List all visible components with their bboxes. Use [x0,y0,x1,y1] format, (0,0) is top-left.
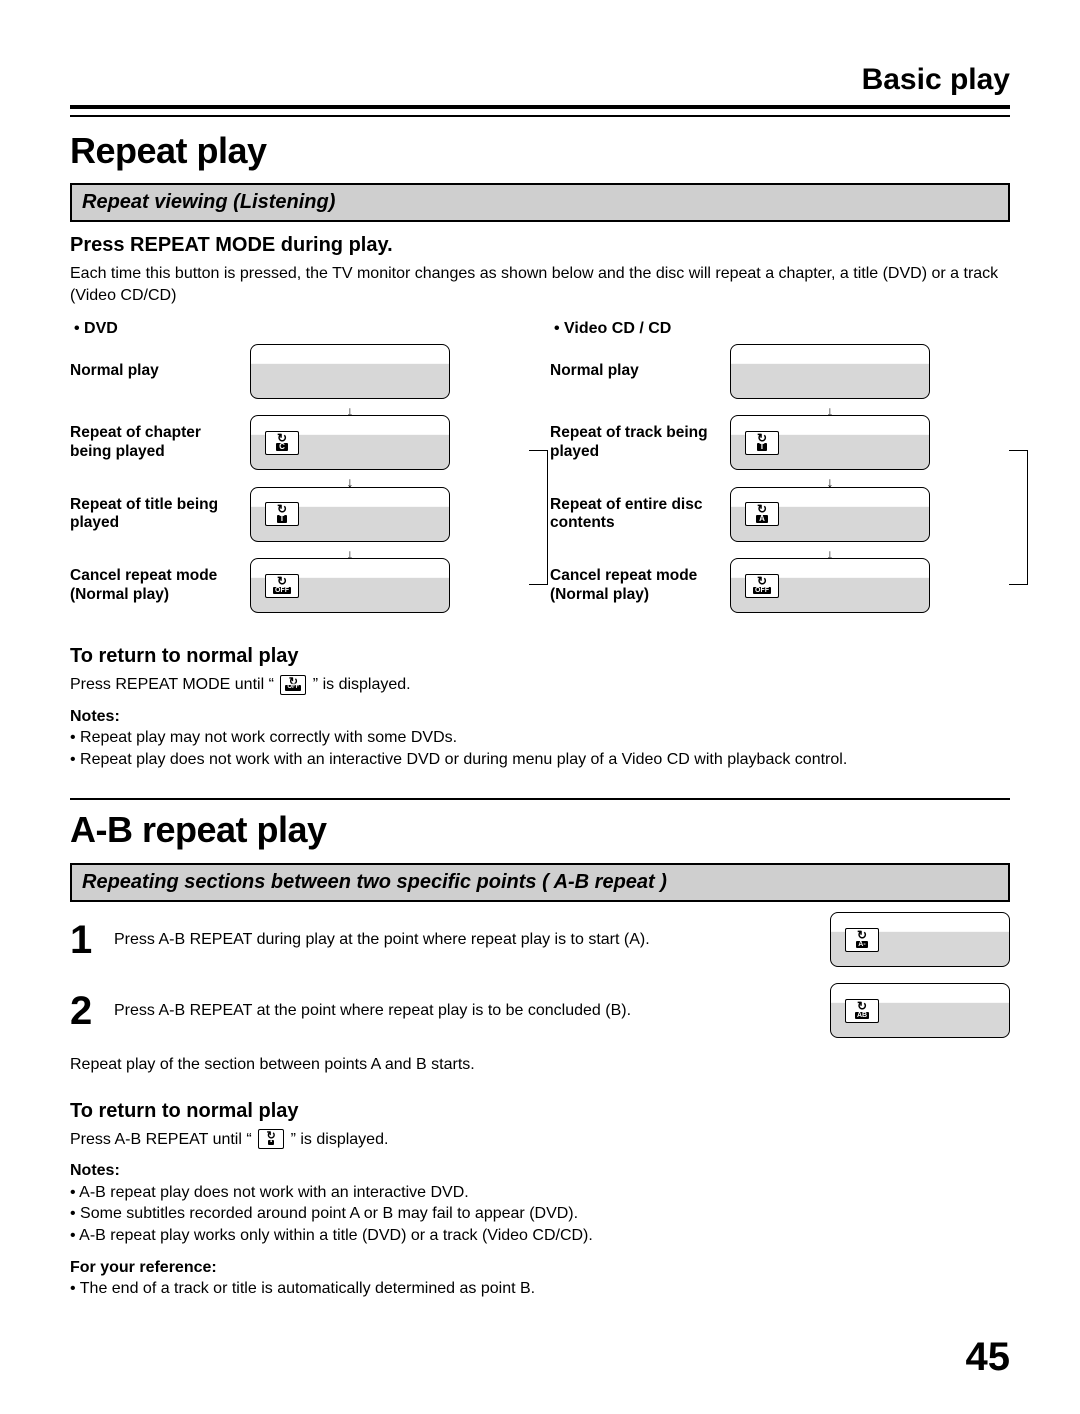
vcd-head: • Video CD / CD [550,318,1010,340]
dvd-label-3: Cancel repeat mode (Normal play) [70,567,238,604]
ab-return-heading: To return to normal play [70,1098,1010,1125]
repeat-t-icon: ↻T [265,502,299,526]
subheading-bar-ab: Repeating sections between two specific … [70,863,1010,902]
arrow-down-icon: ↓ [730,407,930,415]
rule [70,115,1010,117]
repeat-t-icon: ↻T [745,431,779,455]
page-number: 45 [70,1330,1010,1384]
repeat-off-icon: ↻OFF [745,574,779,598]
tv-screen-icon: ↻T [250,487,450,542]
vcd-column: • Video CD / CD Normal play ↓ Repeat of … [550,318,1010,621]
repeat-a-dash-icon: ↻A- [845,928,879,952]
vcd-row-1: Repeat of track being played ↻T [550,415,1010,470]
tv-screen-icon: ↻OFF [250,558,450,613]
arrow-down-icon: ↓ [250,478,450,486]
repeat-ab-icon: ↻AB [845,999,879,1023]
vcd-label-2: Repeat of entire disc contents [550,496,718,533]
ab-return-text: Press A-B REPEAT until “ ↻• ” is display… [70,1129,1010,1151]
reference-list: The end of a track or title is automatic… [70,1278,1010,1300]
repeat-a-icon: ↻A [745,502,779,526]
return-text-post: ” is displayed. [313,676,411,693]
dvd-row-3: Cancel repeat mode (Normal play) ↻OFF [70,558,530,613]
dvd-column: • DVD Normal play ↓ Repeat of chapter be… [70,318,530,621]
note-item: A-B repeat play does not work with an in… [70,1182,1010,1204]
mode-columns: • DVD Normal play ↓ Repeat of chapter be… [70,318,1010,621]
ab-return-text-post: ” is displayed. [291,1131,389,1148]
note-item: Repeat play does not work with an intera… [70,749,1010,771]
note-item: A-B repeat play works only within a titl… [70,1225,1010,1247]
repeat-off-icon: ↻OFF [265,574,299,598]
ab-notes-heading: Notes: [70,1160,1010,1182]
dvd-row-1: Repeat of chapter being played ↻C [70,415,530,470]
vcd-label-1: Repeat of track being played [550,424,718,461]
ab-return-text-pre: Press A-B REPEAT until “ [70,1131,256,1148]
tv-screen-icon [250,344,450,399]
vcd-label-0: Normal play [550,362,718,381]
vcd-row-2: Repeat of entire disc contents ↻A [550,487,1010,542]
tv-screen-icon: ↻A [730,487,930,542]
tv-screen-icon: ↻AB [830,983,1010,1038]
dvd-label-1: Repeat of chapter being played [70,424,238,461]
return-heading: To return to normal play [70,643,1010,670]
step-2: 2 Press A-B REPEAT at the point where re… [70,983,1010,1038]
step-number: 1 [70,913,100,967]
loop-arrow-icon [547,450,548,585]
subheading-bar-repeat: Repeat viewing (Listening) [70,183,1010,222]
dvd-label-2: Repeat of title being played [70,496,238,533]
note-item: Repeat play may not work correctly with … [70,727,1010,749]
dvd-flow: Normal play ↓ Repeat of chapter being pl… [70,344,530,613]
tv-screen-icon: ↻OFF [730,558,930,613]
tv-screen-icon: ↻C [250,415,450,470]
heading-repeat-play: Repeat play [70,127,1010,176]
reference-heading: For your reference: [70,1257,1010,1279]
vcd-row-3: Cancel repeat mode (Normal play) ↻OFF [550,558,1010,613]
loop-arrow-icon [1027,450,1028,585]
repeat-c-icon: ↻C [265,431,299,455]
step-1: 1 Press A-B REPEAT during play at the po… [70,912,1010,967]
vcd-row-0: Normal play [550,344,1010,399]
return-text: Press REPEAT MODE until “ ↻OFF ” is disp… [70,674,1010,696]
tv-screen-icon: ↻T [730,415,930,470]
after-steps-text: Repeat play of the section between point… [70,1054,1010,1076]
tv-screen-icon: ↻A- [830,912,1010,967]
notes-heading: Notes: [70,706,1010,728]
dvd-label-0: Normal play [70,362,238,381]
rule [70,798,1010,800]
arrow-down-icon: ↓ [730,478,930,486]
step-number: 2 [70,984,100,1038]
dvd-row-2: Repeat of title being played ↻T [70,487,530,542]
section-header: Basic play [70,60,1010,109]
heading-ab-repeat: A-B repeat play [70,806,1010,855]
instruction-description: Each time this button is pressed, the TV… [70,263,1010,306]
tv-screen-icon [730,344,930,399]
notes-list: Repeat play may not work correctly with … [70,727,1010,770]
return-text-pre: Press REPEAT MODE until “ [70,676,278,693]
vcd-label-3: Cancel repeat mode (Normal play) [550,567,718,604]
note-item: Some subtitles recorded around point A o… [70,1203,1010,1225]
note-item: The end of a track or title is automatic… [70,1278,1010,1300]
repeat-off-icon: ↻OFF [280,675,306,695]
instruction-heading: Press REPEAT MODE during play. [70,232,1010,259]
arrow-down-icon: ↓ [250,550,450,558]
arrow-down-icon: ↓ [730,550,930,558]
step-text: Press A-B REPEAT at the point where repe… [114,1000,816,1022]
dvd-head: • DVD [70,318,530,340]
dvd-row-0: Normal play [70,344,530,399]
ab-notes-list: A-B repeat play does not work with an in… [70,1182,1010,1247]
step-text: Press A-B REPEAT during play at the poin… [114,929,816,951]
vcd-flow: Normal play ↓ Repeat of track being play… [550,344,1010,613]
repeat-dot-icon: ↻• [258,1129,284,1149]
arrow-down-icon: ↓ [250,407,450,415]
